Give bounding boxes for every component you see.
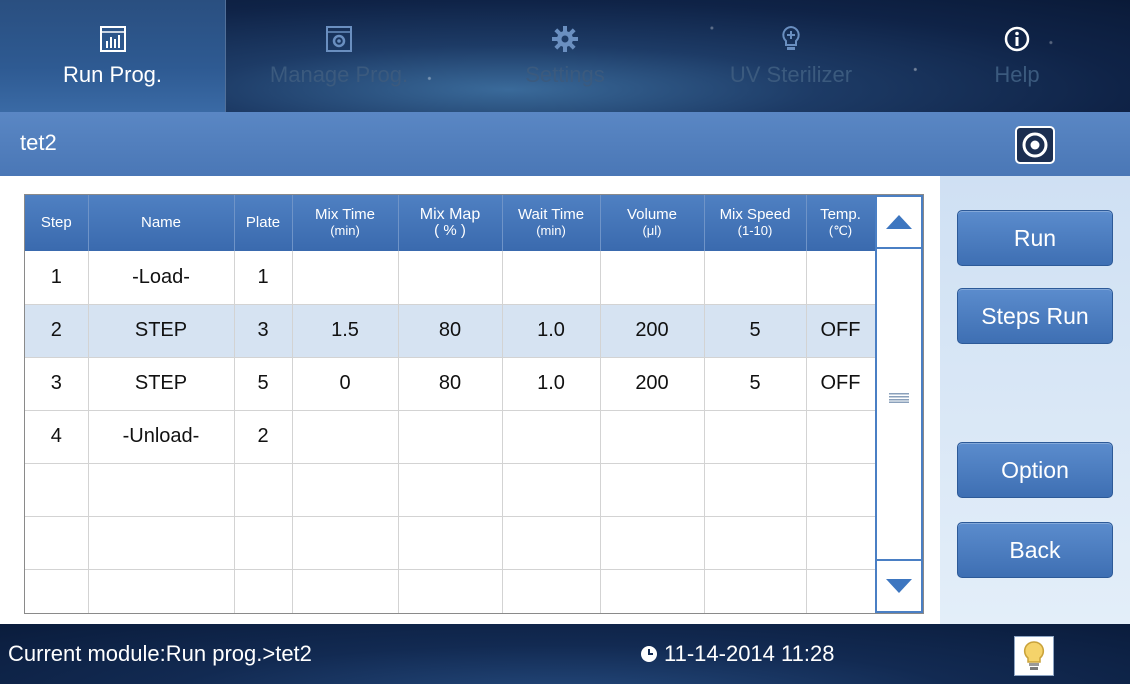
back-button[interactable]: Back	[957, 522, 1113, 578]
target-icon	[1022, 132, 1048, 158]
steps-table: Step Name Plate Mix Time (min) Mix Map( %…	[25, 195, 876, 613]
action-panel: Run Steps Run Option Back	[940, 176, 1130, 624]
tab-label: Settings	[525, 62, 605, 87]
cell-mix-time: 0	[292, 357, 399, 411]
arrow-down-icon	[886, 579, 912, 593]
tab-label: UV Sterilizer	[729, 62, 853, 87]
cell-plate: 1	[234, 251, 293, 305]
gear-box-icon	[326, 26, 352, 52]
cell-name: -Unload-	[88, 410, 235, 464]
gear-icon	[552, 26, 578, 52]
cell-mix-speed: 5	[704, 304, 807, 358]
cell-plate: 2	[234, 410, 293, 464]
cell-temp: OFF	[806, 357, 876, 411]
col-header-step: Step	[25, 195, 89, 251]
cell-mix-time: 1.5	[292, 304, 399, 358]
cell-wait-time	[502, 410, 601, 464]
cell-name: STEP	[88, 357, 235, 411]
table-scrollbar[interactable]	[875, 195, 923, 613]
cell-mix-time	[292, 410, 399, 464]
table-row-empty[interactable]	[25, 569, 876, 613]
cell-volume: 200	[600, 304, 705, 358]
bulb-icon	[782, 25, 800, 50]
cell-step: 1	[25, 251, 89, 305]
col-header-wait-time: Wait Time (min)	[502, 195, 601, 251]
target-button[interactable]	[1015, 126, 1055, 164]
datetime-display: 11-14-2014 11:28	[640, 641, 834, 667]
steps-run-button[interactable]: Steps Run	[957, 288, 1113, 344]
steps-table-container: Step Name Plate Mix Time (min) Mix Map( %…	[24, 194, 924, 614]
cell-mix-speed	[704, 410, 807, 464]
cell-step: 3	[25, 357, 89, 411]
col-header-mix-speed: Mix Speed (1-10)	[704, 195, 807, 251]
table-row-empty[interactable]	[25, 516, 876, 570]
scroll-thumb-grip-icon[interactable]	[889, 393, 909, 403]
option-button[interactable]: Option	[957, 442, 1113, 498]
tab-label: Help	[994, 62, 1040, 87]
cell-mix-map	[398, 251, 503, 305]
cell-temp	[806, 251, 876, 305]
datetime-text: 11-14-2014 11:28	[664, 641, 835, 666]
table-row[interactable]: 2 STEP 3 1.5 80 1.0 200 5 OFF	[25, 304, 876, 358]
chart-icon	[99, 26, 126, 52]
col-header-mix-time: Mix Time (min)	[292, 195, 399, 251]
table-row[interactable]: 1 -Load- 1	[25, 251, 876, 305]
cell-step: 2	[25, 304, 89, 358]
cell-mix-speed: 5	[704, 357, 807, 411]
tab-run-prog[interactable]: Run Prog.	[0, 0, 226, 112]
table-row-empty[interactable]	[25, 463, 876, 517]
run-button[interactable]: Run	[957, 210, 1113, 266]
table-row[interactable]: 3 STEP 5 0 80 1.0 200 5 OFF	[25, 357, 876, 411]
cell-name: -Load-	[88, 251, 235, 305]
tab-settings[interactable]: Settings	[452, 0, 678, 112]
tab-uv-sterilizer[interactable]: UV Sterilizer	[678, 0, 904, 112]
cell-plate: 5	[234, 357, 293, 411]
program-name: tet2	[20, 130, 57, 155]
cell-volume: 200	[600, 357, 705, 411]
cell-wait-time: 1.0	[502, 357, 601, 411]
cell-wait-time	[502, 251, 601, 305]
lightbulb-icon	[1023, 641, 1045, 670]
cell-mix-map: 80	[398, 357, 503, 411]
cell-step: 4	[25, 410, 89, 464]
cell-volume	[600, 410, 705, 464]
cell-mix-time	[292, 251, 399, 305]
col-header-temp: Temp. (℃)	[806, 195, 876, 251]
scroll-up-button[interactable]	[877, 197, 921, 249]
cell-wait-time: 1.0	[502, 304, 601, 358]
col-header-plate: Plate	[234, 195, 293, 251]
tab-label: Manage Prog.	[269, 62, 409, 87]
cell-temp	[806, 410, 876, 464]
cell-plate: 3	[234, 304, 293, 358]
light-toggle-button[interactable]	[1014, 636, 1054, 676]
cell-mix-map: 80	[398, 304, 503, 358]
current-module-text: Current module:Run prog.>tet2	[8, 641, 312, 666]
arrow-up-icon	[886, 215, 912, 229]
clock-icon	[641, 646, 657, 662]
tab-help[interactable]: Help	[904, 0, 1130, 112]
table-header: Step Name Plate Mix Time (min) Mix Map( %…	[25, 195, 876, 251]
top-navigation: Run Prog. Manage Prog. Settings UV Steri…	[0, 0, 1130, 112]
info-icon	[1004, 26, 1030, 52]
cell-mix-speed	[704, 251, 807, 305]
title-bar: tet2	[0, 112, 1130, 176]
cell-name: STEP	[88, 304, 235, 358]
tab-manage-prog[interactable]: Manage Prog.	[226, 0, 452, 112]
col-header-mix-map: Mix Map( % )	[398, 195, 503, 251]
col-header-volume: Volume (μl)	[600, 195, 705, 251]
col-header-name: Name	[88, 195, 235, 251]
cell-volume	[600, 251, 705, 305]
cell-mix-map	[398, 410, 503, 464]
tab-label: Run Prog.	[62, 62, 163, 87]
scroll-down-button[interactable]	[877, 559, 921, 611]
status-bar: Current module:Run prog.>tet2 11-14-2014…	[0, 624, 1130, 684]
table-row[interactable]: 4 -Unload- 2	[25, 410, 876, 464]
cell-temp: OFF	[806, 304, 876, 358]
